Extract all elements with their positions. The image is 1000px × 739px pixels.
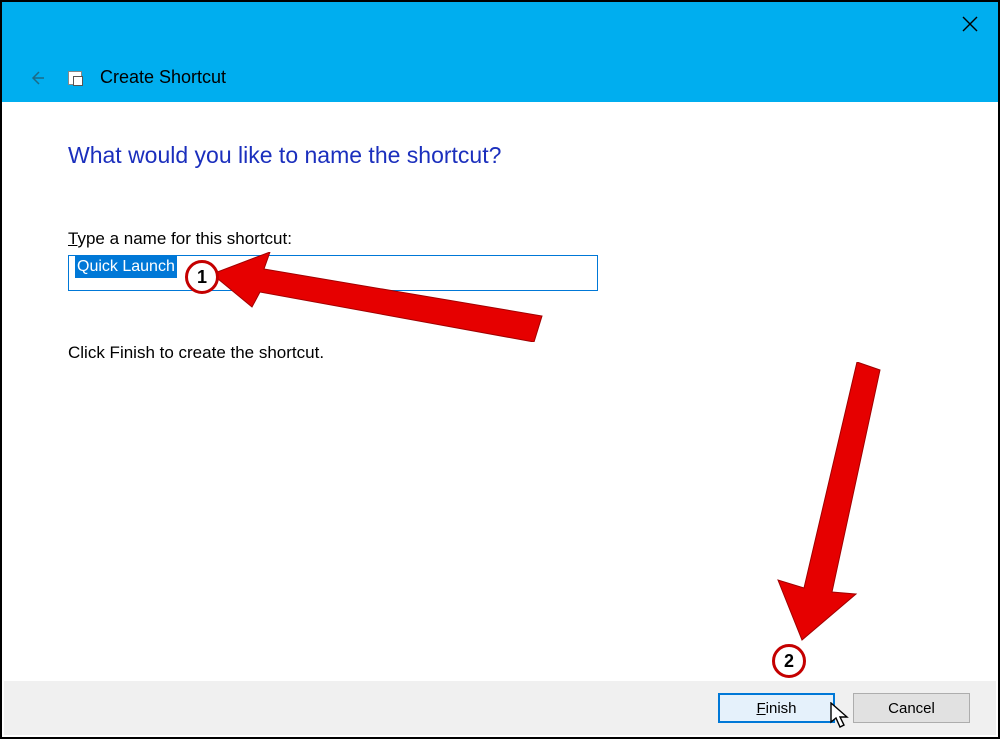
cancel-label: Cancel [888,700,935,717]
shortcut-name-label-rest: ype a name for this shortcut: [77,229,292,248]
annotation-arrow-2 [772,362,892,642]
page-heading: What would you like to name the shortcut… [68,142,938,169]
annotation-badge-2: 2 [772,644,806,678]
window-title: Create Shortcut [100,67,226,88]
finish-button[interactable]: Finish [718,693,835,723]
close-button[interactable] [956,10,984,38]
back-button[interactable] [28,69,46,87]
shortcut-name-value-selected: Quick Launch [75,256,177,278]
wizard-hint: Click Finish to create the shortcut. [68,343,938,363]
accesskey-f: F [756,700,765,717]
annotation-arrow-1 [212,252,552,342]
shortcut-icon [68,71,82,85]
cancel-button[interactable]: Cancel [853,693,970,723]
titlebar: Create Shortcut [2,2,998,102]
shortcut-name-label: Type a name for this shortcut: [68,229,938,249]
close-icon [962,16,978,32]
finish-label-rest: inish [766,700,797,717]
annotation-badge-1: 1 [185,260,219,294]
title-row: Create Shortcut [2,67,226,102]
cursor-icon [830,702,850,730]
back-arrow-icon [28,69,46,87]
